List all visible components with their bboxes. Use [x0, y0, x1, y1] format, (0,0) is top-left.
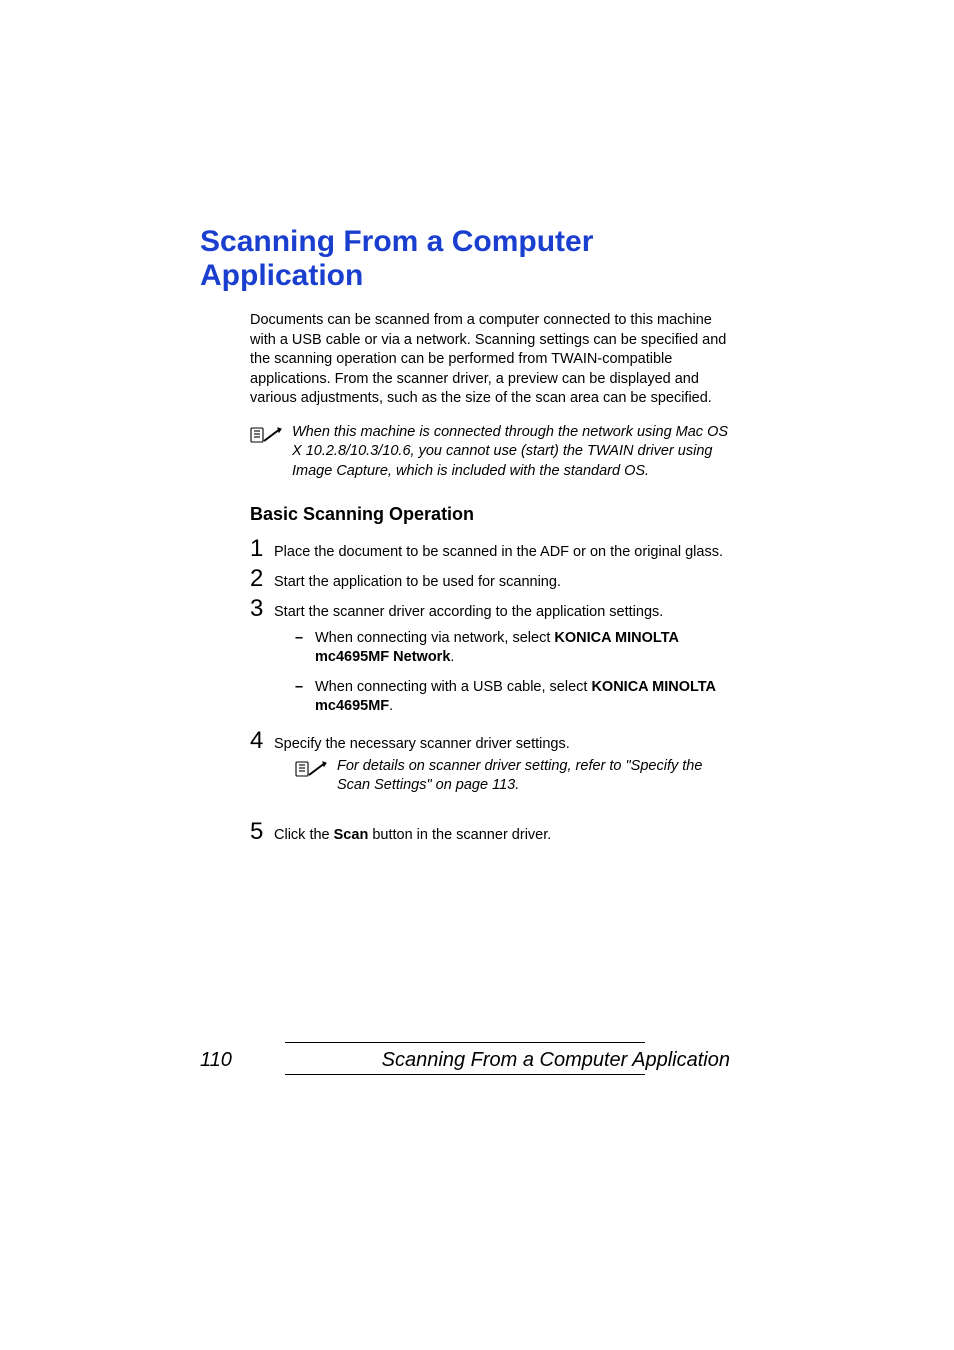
step-text: Start the application to be used for sca…	[274, 573, 561, 593]
sub-text: When connecting via network, select	[315, 630, 554, 646]
step-text: Click the Scan button in the scanner dri…	[274, 826, 551, 846]
sub-text-post: .	[450, 649, 454, 665]
intro-text: Documents can be scanned from a computer…	[250, 312, 726, 406]
page-number: 110	[200, 1049, 232, 1072]
step-1: 1 Place the document to be scanned in th…	[250, 535, 730, 563]
note-block-2: For details on scanner driver setting, r…	[295, 757, 730, 796]
step-text: Specify the necessary scanner driver set…	[274, 735, 570, 755]
step-number: 5	[250, 818, 274, 846]
footer-row: 110 Scanning From a Computer Application	[200, 1047, 730, 1074]
sub-text: When connecting with a USB cable, select	[315, 679, 591, 695]
step-text: Place the document to be scanned in the …	[274, 543, 723, 563]
sub-heading: Basic Scanning Operation	[250, 504, 730, 525]
note-icon	[250, 425, 282, 450]
main-heading: Scanning From a Computer Application	[200, 225, 730, 293]
footer-rule	[285, 1042, 645, 1043]
page-footer: 110 Scanning From a Computer Application	[200, 1042, 730, 1075]
note-icon	[295, 759, 327, 784]
footer-title: Scanning From a Computer Application	[382, 1049, 730, 1072]
step-number: 3	[250, 595, 274, 623]
step-number: 2	[250, 565, 274, 593]
content-area: Scanning From a Computer Application Doc…	[200, 225, 730, 848]
note-text-2: For details on scanner driver setting, r…	[337, 757, 730, 796]
step-5: 5 Click the Scan button in the scanner d…	[250, 818, 730, 846]
dash-bullet: –	[295, 678, 315, 698]
step-text-post: button in the scanner driver.	[368, 827, 551, 843]
step-4: 4 Specify the necessary scanner driver s…	[250, 727, 730, 755]
step-number: 4	[250, 727, 274, 755]
intro-paragraph: Documents can be scanned from a computer…	[250, 311, 730, 409]
step-text: Start the scanner driver according to th…	[274, 603, 663, 623]
page: Scanning From a Computer Application Doc…	[0, 0, 954, 1350]
sub-text-post: .	[389, 698, 393, 714]
footer-rule	[285, 1074, 645, 1075]
scan-button-label: Scan	[334, 827, 369, 843]
step-3-sublist: – When connecting via network, select KO…	[295, 629, 730, 717]
step-3: 3 Start the scanner driver according to …	[250, 595, 730, 623]
dash-bullet: –	[295, 629, 315, 649]
sub-item-usb: – When connecting with a USB cable, sele…	[295, 678, 730, 717]
step-number: 1	[250, 535, 274, 563]
step-2: 2 Start the application to be used for s…	[250, 565, 730, 593]
note-block-1: When this machine is connected through t…	[250, 423, 730, 482]
step-text-pre: Click the	[274, 827, 334, 843]
note-text-1: When this machine is connected through t…	[292, 423, 730, 482]
sub-item-network: – When connecting via network, select KO…	[295, 629, 730, 668]
